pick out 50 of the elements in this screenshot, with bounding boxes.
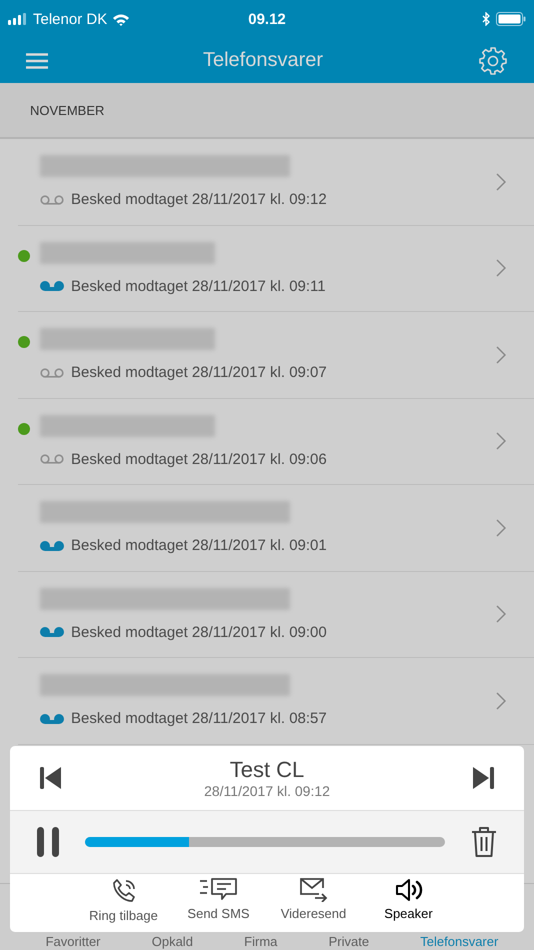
menu-icon[interactable] [26, 52, 48, 68]
message-icon [200, 878, 238, 902]
speaker-icon [394, 878, 422, 902]
voicemail-item[interactable]: Besked modtaget 28/11/2017 kl. 09:12 [18, 139, 534, 226]
chevron-right-icon [496, 259, 506, 278]
chevron-right-icon [496, 172, 506, 191]
received-time: Besked modtaget 28/11/2017 kl. 09:11 [71, 278, 326, 295]
voicemail-item[interactable]: Besked modtaget 28/11/2017 kl. 09:01 [18, 485, 534, 572]
action-button[interactable]: Videresend [266, 874, 361, 932]
received-time: Besked modtaget 28/11/2017 kl. 09:07 [71, 364, 327, 382]
voicemail-item[interactable]: Besked modtaget 28/11/2017 kl. 09:00 [18, 572, 534, 658]
trash-icon[interactable] [471, 826, 497, 858]
wifi-icon [112, 12, 130, 26]
phone-icon [110, 878, 136, 904]
voicemail-item[interactable]: Besked modtaget 28/11/2017 kl. 08:57 [18, 658, 534, 744]
tab[interactable]: Private [328, 934, 370, 949]
voicemail-item[interactable]: Besked modtaget 28/11/2017 kl. 09:07 [18, 312, 534, 398]
message-title: Test CL [230, 757, 304, 783]
skip-back-icon[interactable] [40, 767, 62, 789]
bluetooth-icon [482, 12, 491, 26]
received-time: Besked modtaget 28/11/2017 kl. 09:06 [71, 450, 327, 468]
settings-icon[interactable] [478, 46, 508, 76]
tab[interactable]: Firma [244, 934, 278, 949]
chevron-right-icon [496, 432, 506, 450]
chevron-right-icon [496, 692, 506, 710]
voicemail-item[interactable]: Besked modtaget 28/11/2017 kl. 09:11 [18, 226, 534, 312]
chevron-right-icon [496, 605, 506, 624]
chevron-right-icon [496, 518, 506, 537]
section-header: NOVEMBER [30, 102, 104, 118]
envelope-icon [300, 878, 328, 902]
chevron-right-icon [496, 346, 506, 364]
skip-forward-icon[interactable] [472, 767, 494, 789]
action-button[interactable]: Ring tilbage [76, 874, 171, 932]
screen-title: Telefonsvarer [202, 49, 324, 72]
received-time: Besked modtaget 28/11/2017 kl. 09:00 [71, 624, 327, 641]
signal-icon [8, 13, 28, 25]
pause-icon[interactable] [37, 827, 59, 857]
clock-time: 09.12 [248, 10, 286, 28]
action-button[interactable]: Speaker [361, 874, 456, 932]
carrier-name: Telenor DK [33, 10, 108, 28]
voicemail-item[interactable]: Besked modtaget 28/11/2017 kl. 09:06 [18, 398, 534, 485]
tab[interactable]: Opkald [152, 934, 193, 949]
action-button[interactable]: Send SMS [171, 874, 266, 932]
tab[interactable]: Favoritter [46, 934, 101, 949]
message-date: 28/11/2017 kl. 09:12 [204, 783, 330, 799]
received-time: Besked modtaget 28/11/2017 kl. 08:57 [71, 710, 327, 728]
battery-icon [496, 12, 526, 26]
received-time: Besked modtaget 28/11/2017 kl. 09:12 [71, 191, 327, 208]
received-time: Besked modtaget 28/11/2017 kl. 09:01 [71, 537, 327, 554]
tab[interactable]: Telefonsvarer [420, 934, 498, 949]
